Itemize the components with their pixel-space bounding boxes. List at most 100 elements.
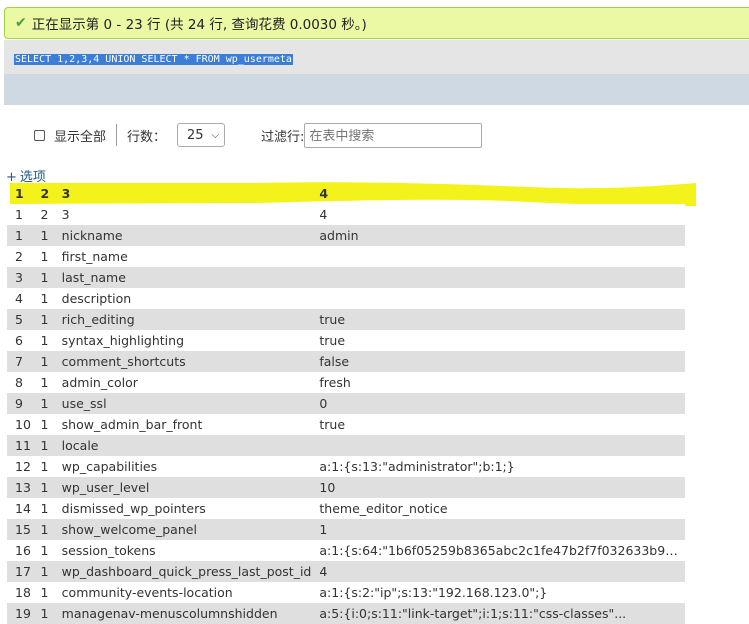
table-cell: 1	[32, 351, 54, 372]
show-all-checkbox[interactable]	[34, 129, 45, 141]
table-row[interactable]: 18 1 community-events-location a:1:{s:2:"ip…	[7, 582, 685, 603]
table-cell: last_name	[53, 267, 312, 288]
table-cell: 1	[32, 225, 54, 246]
query-results-table: 1 2 3 4 1 2 3 4 1 1 nickname admin 2 1 first_name 3…	[7, 183, 685, 624]
table-cell: wp_user_level	[53, 477, 312, 498]
table-cell: 1	[32, 561, 54, 582]
chevron-down-icon: ⌵	[211, 129, 220, 141]
table-cell: 10	[311, 477, 685, 498]
sql-query-footer	[4, 74, 749, 105]
table-cell: 1	[32, 477, 54, 498]
table-cell: 7	[7, 351, 33, 372]
table-cell: 12	[7, 456, 33, 477]
table-row[interactable]: 14 1 dismissed_wp_pointers theme_editor_not…	[7, 498, 685, 519]
table-row[interactable]: 9 1 use_ssl 0	[7, 393, 685, 414]
table-row[interactable]: 15 1 show_welcome_panel 1	[7, 519, 685, 540]
filter-rows-input[interactable]	[304, 122, 483, 148]
sql-query-text[interactable]: SELECT 1,2,3,4 UNION SELECT * FROM wp_us…	[14, 54, 293, 65]
table-cell: locale	[53, 435, 312, 456]
table-cell: 19	[7, 603, 33, 624]
table-cell: 9	[7, 393, 33, 414]
table-cell: 6	[7, 330, 33, 351]
table-row[interactable]: 17 1 wp_dashboard_quick_press_last_post_id…	[7, 561, 685, 582]
table-cell: 1	[32, 267, 54, 288]
table-row[interactable]: 12 1 wp_capabilities a:1:{s:13:"administrat…	[7, 456, 685, 477]
table-cell: 1	[32, 456, 54, 477]
table-cell: description	[53, 288, 312, 309]
table-cell: 1	[32, 582, 54, 603]
navigation-controls: 显示全部 行数： 25 ⌵ 过滤行:	[34, 121, 483, 149]
table-cell: admin_color	[53, 372, 312, 393]
table-cell: 1	[32, 246, 54, 267]
table-cell: 10	[7, 414, 33, 435]
table-row[interactable]: 8 1 admin_color fresh	[7, 372, 685, 393]
table-cell: 1	[32, 519, 54, 540]
table-cell: a:1:{s:13:"administrator";b:1;}	[311, 456, 685, 477]
table-cell: 17	[7, 561, 33, 582]
table-cell: 1	[32, 330, 54, 351]
table-cell: comment_shortcuts	[53, 351, 312, 372]
table-cell: 4	[311, 204, 685, 225]
table-cell: 5	[7, 309, 33, 330]
divider	[116, 124, 118, 146]
table-cell: 11	[7, 435, 33, 456]
table-cell: first_name	[53, 246, 312, 267]
table-cell: theme_editor_notice	[311, 498, 685, 519]
table-cell: 1	[32, 540, 54, 561]
table-cell	[311, 267, 685, 288]
column-header[interactable]: 4	[311, 183, 685, 204]
table-cell: 0	[311, 393, 685, 414]
table-cell: nickname	[53, 225, 312, 246]
table-cell: 18	[7, 582, 33, 603]
table-row[interactable]: 10 1 show_admin_bar_front true	[7, 414, 685, 435]
table-cell: 1	[7, 225, 33, 246]
rows-label: 行数：	[127, 129, 167, 145]
table-cell: 1	[32, 393, 54, 414]
table-cell: 1	[32, 435, 54, 456]
show-all-label[interactable]: 显示全部	[54, 126, 106, 145]
table-cell: 1	[311, 519, 685, 540]
column-header[interactable]: 2	[33, 183, 54, 204]
table-cell: 1	[32, 288, 54, 309]
table-cell: wp_dashboard_quick_press_last_post_id	[53, 561, 312, 582]
table-cell: a:1:{s:2:"ip";s:13:"192.168.123.0";}	[311, 582, 685, 603]
table-row[interactable]: 11 1 locale	[7, 435, 685, 456]
table-cell: true	[311, 414, 685, 435]
table-cell: 16	[7, 540, 33, 561]
table-row[interactable]: 13 1 wp_user_level 10	[7, 477, 685, 498]
table-cell: a:5:{i:0;s:11:"link-target";i:1;s:11:"cs…	[311, 603, 685, 624]
table-cell: managenav-menuscolumnshidden	[53, 603, 312, 624]
column-header[interactable]: 3	[54, 183, 312, 204]
rows-per-page-select[interactable]: 25 ⌵	[177, 123, 226, 147]
table-row[interactable]: 4 1 description	[7, 288, 685, 309]
table-cell: wp_capabilities	[53, 456, 312, 477]
table-cell: show_admin_bar_front	[53, 414, 312, 435]
table-row[interactable]: 16 1 session_tokens a:1:{s:64:"1b6f05259b83…	[7, 540, 685, 561]
table-cell: false	[311, 351, 685, 372]
table-row[interactable]: 6 1 syntax_highlighting true	[7, 330, 685, 351]
table-row[interactable]: 1 1 nickname admin	[7, 225, 685, 246]
sql-query-box[interactable]: SELECT 1,2,3,4 UNION SELECT * FROM wp_us…	[4, 40, 749, 74]
table-row[interactable]: 19 1 managenav-menuscolumnshidden a:5:{i:0;…	[7, 603, 685, 624]
table-row[interactable]: 1234	[7, 204, 685, 225]
table-cell: a:1:{s:64:"1b6f05259b8365abc2c1fe47b2f7f…	[311, 540, 685, 561]
table-cell	[311, 435, 685, 456]
success-message-bar: ✔ 正在显示第 0 - 23 行 (共 24 行, 查询花费 0.0030 秒。…	[4, 7, 749, 39]
table-cell: 1	[32, 603, 54, 624]
table-cell: syntax_highlighting	[53, 330, 312, 351]
table-cell: 13	[7, 477, 33, 498]
table-row[interactable]: 5 1 rich_editing true	[7, 309, 685, 330]
table-row[interactable]: 2 1 first_name	[7, 246, 685, 267]
table-cell	[311, 246, 685, 267]
table-cell	[311, 288, 685, 309]
success-message-text: 正在显示第 0 - 23 行 (共 24 行, 查询花费 0.0030 秒。)	[31, 17, 367, 33]
table-cell: 1	[32, 309, 54, 330]
table-cell: 3	[7, 267, 33, 288]
table-row[interactable]: 3 1 last_name	[7, 267, 685, 288]
table-row[interactable]: 7 1 comment_shortcuts false	[7, 351, 685, 372]
table-cell: 4	[7, 288, 33, 309]
column-header[interactable]: 1	[7, 183, 33, 204]
table-cell: 4	[311, 561, 685, 582]
rows-per-page-value: 25	[187, 127, 204, 143]
table-cell: fresh	[311, 372, 685, 393]
